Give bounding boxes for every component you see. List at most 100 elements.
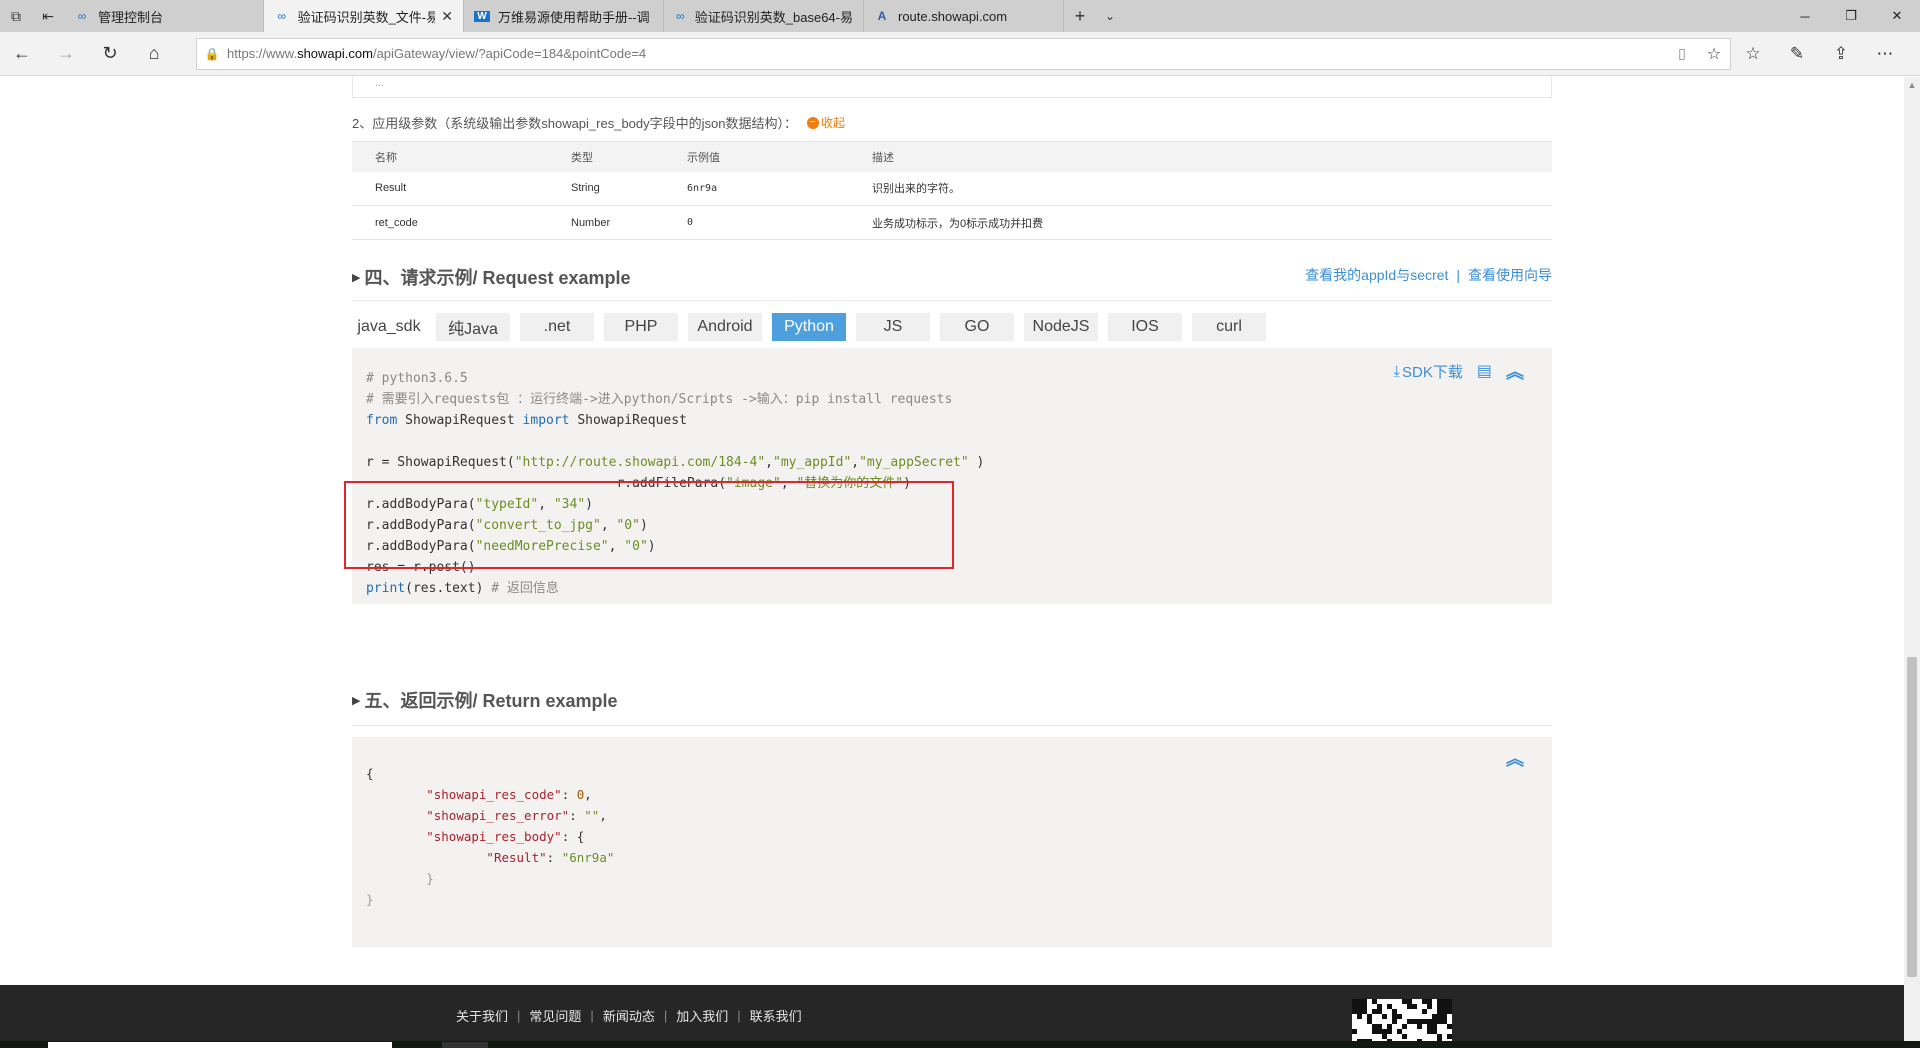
code-comment: # python3.6.5 <box>366 371 468 386</box>
browser-tab-console[interactable]: ∞ 管理控制台 <box>64 0 264 32</box>
browser-tab-base64[interactable]: ∞ 验证码识别英数_base64-易 <box>664 0 864 32</box>
tab-nodejs[interactable]: NodeJS <box>1024 313 1098 341</box>
reading-view-icon[interactable]: ▯ <box>1666 45 1698 62</box>
json-key: "showapi_res_error" <box>426 808 570 823</box>
tab-curl[interactable]: curl <box>1192 313 1266 341</box>
taskbar-item[interactable] <box>442 1042 488 1048</box>
table-header-row: 名称 类型 示例值 描述 <box>352 141 1552 172</box>
link-separator: | <box>737 1008 741 1023</box>
footer-link-news[interactable]: 新闻动态 <box>603 1006 655 1025</box>
params-table: 名称 类型 示例值 描述 Result String 6nr9a 识别出来的字符… <box>352 141 1552 240</box>
tab-go[interactable]: GO <box>940 313 1014 341</box>
back-arrow-icon[interactable]: ← <box>0 32 44 76</box>
infinity-icon: ∞ <box>77 9 87 23</box>
code-text: (res.text) <box>405 581 492 596</box>
tab-php[interactable]: PHP <box>604 313 678 341</box>
tab-android[interactable]: Android <box>688 313 762 341</box>
tab-js[interactable]: JS <box>856 313 930 341</box>
taskbar-search-box[interactable] <box>48 1042 392 1048</box>
caret-right-icon: ▶ <box>352 694 361 707</box>
home-icon[interactable]: ⌂ <box>132 32 176 76</box>
code-keyword: import <box>522 413 570 428</box>
page-content: ... 2、应用级参数（系统级输出参数showapi_res_body字段中的j… <box>0 77 1904 1048</box>
link-separator: | <box>517 1008 521 1023</box>
link-separator: | <box>590 1008 594 1023</box>
json-brace: } <box>366 892 374 907</box>
pen-icon[interactable]: ✎ <box>1775 32 1819 76</box>
footer-link-faq[interactable]: 常见问题 <box>529 1006 581 1025</box>
table-cell: 业务成功标示，为0标示成功并扣费 <box>849 205 1552 240</box>
code-comment: # 需要引入requests包 ：运行终端->进入python/Scripts … <box>366 392 953 407</box>
json-key: "showapi_res_body" <box>426 829 562 844</box>
column-header: 描述 <box>849 141 1552 172</box>
restore-button[interactable]: ❐ <box>1828 0 1874 32</box>
tab-python[interactable]: Python <box>772 313 846 341</box>
appid-secret-link[interactable]: 查看我的appId与secret <box>1305 265 1448 285</box>
caret-right-icon: ▶ <box>352 271 361 284</box>
browser-tab-active[interactable]: ∞ 验证码识别英数_文件-易 ✕ <box>264 0 464 32</box>
collapse-button[interactable]: − 收起 <box>806 114 845 131</box>
scroll-up-arrow-icon[interactable]: ▲ <box>1904 77 1920 93</box>
set-tabs-aside-icon[interactable]: ⇤ <box>32 0 64 32</box>
usage-guide-link[interactable]: 查看使用向导 <box>1468 265 1552 285</box>
return-example-heading[interactable]: ▶ 五、返回示例/ Return example <box>352 687 618 713</box>
divider <box>352 725 1552 726</box>
link-separator: | <box>663 1008 668 1023</box>
language-tabs: java_sdk 纯Java .net PHP Android Python J… <box>352 313 1266 341</box>
tab-pure-java[interactable]: 纯Java <box>436 313 510 341</box>
browser-tab-manual[interactable]: W 万维易源使用帮助手册--调 <box>464 0 664 32</box>
tab-list-chevron-icon[interactable]: ⌄ <box>1096 0 1124 32</box>
tab-title: 万维易源使用帮助手册--调 <box>498 9 650 25</box>
code-text: r = ShowapiRequest( <box>366 455 515 470</box>
tab-actions-icon[interactable]: ⧉ <box>0 0 32 32</box>
link-separator: | <box>1456 267 1460 283</box>
share-icon[interactable]: ⇪ <box>1819 32 1863 76</box>
json-key: "Result" <box>486 850 547 865</box>
tab-dotnet[interactable]: .net <box>520 313 594 341</box>
footer-link-contact[interactable]: 联系我们 <box>750 1006 802 1025</box>
code-text: ShowapiRequest <box>397 413 523 428</box>
table-cell: ret_code <box>352 205 548 240</box>
double-chevron-up-icon[interactable]: ︽ <box>1506 745 1524 771</box>
footer-link-about[interactable]: 关于我们 <box>456 1006 508 1025</box>
favorites-hub-icon[interactable]: ☆ <box>1731 32 1775 76</box>
close-tab-icon[interactable]: ✕ <box>435 8 453 25</box>
vertical-scrollbar[interactable]: ▲ <box>1904 77 1920 1048</box>
json-value: "" <box>584 808 600 823</box>
download-icon: ⤓ <box>1393 362 1401 380</box>
request-example-heading[interactable]: ▶ 四、请求示例/ Request example <box>352 264 631 290</box>
browser-tab-route[interactable]: A route.showapi.com <box>864 0 1064 32</box>
request-example-title: 四、请求示例/ Request example <box>364 268 631 288</box>
infinity-icon: ∞ <box>277 9 287 23</box>
double-chevron-up-icon[interactable]: ︽ <box>1506 358 1524 384</box>
refresh-icon[interactable]: ↻ <box>88 32 132 76</box>
address-bar[interactable]: 🔒 https://www. showapi.com/apiGateway/vie… <box>196 37 1731 70</box>
ellipsis-text: ... <box>375 77 385 89</box>
scrollbar-thumb[interactable] <box>1907 657 1917 977</box>
red-highlight-box <box>344 481 954 569</box>
table-cell: 0 <box>664 205 849 240</box>
divider <box>352 300 1552 301</box>
column-header: 类型 <box>548 141 664 172</box>
new-tab-button[interactable]: + <box>1064 0 1096 32</box>
qr-module <box>1412 1004 1417 1009</box>
column-header: 示例值 <box>664 141 849 172</box>
table-cell: Result <box>352 171 548 206</box>
tab-java-sdk[interactable]: java_sdk <box>352 313 426 341</box>
copy-icon[interactable]: ▤ <box>1477 361 1492 381</box>
footer-link-join[interactable]: 加入我们 <box>676 1006 728 1025</box>
sdk-download-button[interactable]: ⤓ SDK下载 <box>1393 361 1462 382</box>
w-logo-icon: W <box>474 10 490 22</box>
minimize-button[interactable]: ─ <box>1782 0 1828 32</box>
site-footer: 关于我们 | 常见问题 | 新闻动态 | 加入我们 | 联系我们 <box>0 985 1904 1048</box>
column-header: 名称 <box>352 141 548 172</box>
table-cell: String <box>548 171 664 206</box>
code-tools: ⤓ SDK下载 ▤ ︽ <box>1393 358 1524 384</box>
close-window-button[interactable]: ✕ <box>1874 0 1920 32</box>
favorite-star-icon[interactable]: ☆ <box>1698 44 1730 64</box>
tab-ios[interactable]: IOS <box>1108 313 1182 341</box>
qr-module <box>1387 1029 1392 1034</box>
taskbar-strip <box>0 1041 1920 1048</box>
more-menu-icon[interactable]: ⋯ <box>1863 32 1907 76</box>
forward-arrow-icon[interactable]: → <box>44 32 88 76</box>
